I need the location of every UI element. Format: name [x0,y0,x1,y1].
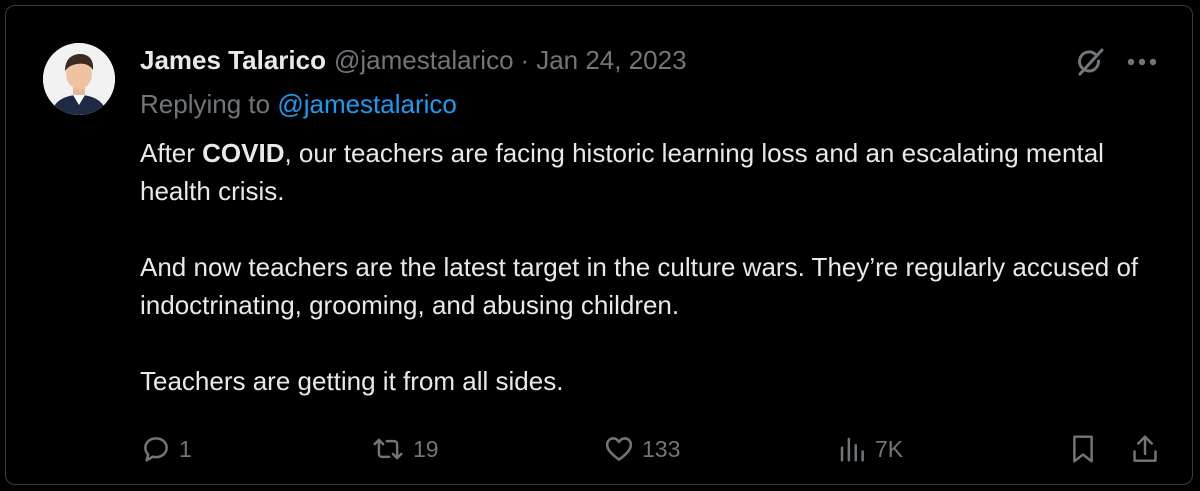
replying-prefix: Replying to [140,89,271,119]
reply-count: 1 [179,435,192,462]
retweet-icon [373,438,403,460]
avatar-portrait [43,43,115,115]
view-count: 7K [875,435,904,462]
bold-text: COVID [202,138,285,168]
like-button[interactable]: 133 [604,429,680,469]
tweet-card: James Talarico @jamestalarico · Jan 24, … [5,5,1193,485]
bookmark-button[interactable] [1068,429,1098,469]
author-name[interactable]: James Talarico [140,45,326,76]
bookmark-icon [1073,435,1093,463]
share-button[interactable] [1130,429,1160,469]
share-icon [1133,435,1157,462]
retweet-count: 19 [413,435,439,462]
reply-icon [144,437,168,462]
replying-handle-link[interactable]: @jamestalarico [277,89,457,119]
views-icon [840,437,864,462]
replying-to: Replying to @jamestalarico [140,89,457,120]
tweet-paragraph: And now teachers are the latest target i… [140,252,1139,320]
separator-dot: · [520,44,530,75]
more-icon[interactable] [1122,44,1162,80]
avatar[interactable] [43,43,115,115]
reply-button[interactable]: 1 [141,429,192,469]
tweet-header: James Talarico @jamestalarico · Jan 24, … [140,42,687,78]
tweet-text: After COVID, our teachers are facing his… [140,134,1170,400]
retweet-button[interactable]: 19 [371,429,439,469]
tweet-paragraph: Teachers are getting it from all sides. [140,366,564,396]
heart-icon [605,437,633,461]
tweet-date[interactable]: Jan 24, 2023 [536,45,686,76]
author-handle[interactable]: @jamestalarico [334,45,514,76]
tweet-paragraph: After COVID, our teachers are facing his… [140,138,1104,206]
grok-icon[interactable] [1070,44,1110,80]
views-button[interactable]: 7K [837,429,903,469]
like-count: 133 [642,435,681,462]
